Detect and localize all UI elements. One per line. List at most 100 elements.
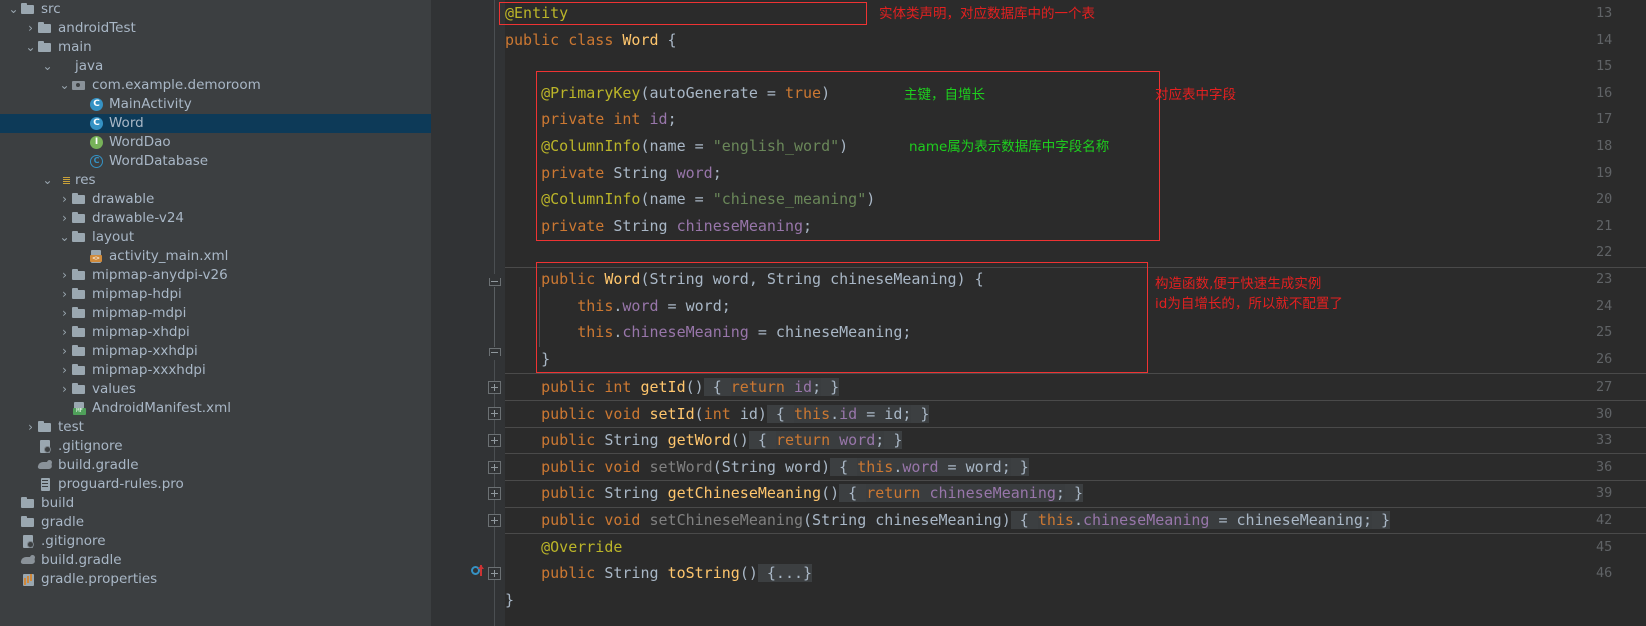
chevron-down-icon[interactable]: ⌄: [41, 57, 54, 76]
annotation-note-constructor-2: id为自增长的，所以就不配置了: [1155, 296, 1343, 312]
tree-item-build[interactable]: build: [0, 494, 431, 513]
folder-icon: [71, 209, 88, 228]
tree-item-layout[interactable]: ⌄ layout: [0, 228, 431, 247]
token-entity-annotation: @Entity: [505, 4, 569, 22]
tree-item-test[interactable]: › test: [0, 418, 431, 437]
chevron-right-icon[interactable]: ›: [24, 19, 37, 38]
folder-icon: [71, 342, 88, 361]
code-line-20: @ColumnInfo(name = "chinese_meaning"): [541, 190, 876, 209]
tree-item-build-gradle[interactable]: build.gradle: [0, 456, 431, 475]
tree-item-androidtest[interactable]: › androidTest: [0, 19, 431, 38]
chevron-down-icon[interactable]: ⌄: [7, 0, 20, 19]
tree-item--gitignore[interactable]: .gitignore: [0, 437, 431, 456]
tree-item-label: com.example.demoroom: [92, 77, 261, 93]
code-line-21: private String chineseMeaning;: [541, 216, 813, 235]
chevron-down-icon[interactable]: ⌄: [24, 38, 37, 57]
tree-item-src[interactable]: ⌄ src: [0, 0, 431, 19]
code-line-24: this.word = word;: [577, 296, 731, 315]
tree-item-mipmap-xxhdpi[interactable]: › mipmap-xxhdpi: [0, 342, 431, 361]
tree-item-worddao[interactable]: WordDao: [0, 133, 431, 152]
code-line-53: }: [505, 590, 515, 609]
tree-item-gradle-properties[interactable]: gradle.properties: [0, 570, 431, 589]
tree-item-label: test: [58, 419, 84, 435]
ide-window: ⌄ src › androidTest ⌄ main ⌄ java ⌄ com.example.d…: [0, 0, 1646, 626]
tree-item-mipmap-xhdpi[interactable]: › mipmap-xhdpi: [0, 323, 431, 342]
tree-item-proguard-rules-pro[interactable]: proguard-rules.pro: [0, 475, 431, 494]
tree-item-java[interactable]: ⌄ java: [0, 57, 431, 76]
chevron-right-icon[interactable]: ›: [58, 342, 71, 361]
tree-item-label: .gitignore: [58, 438, 123, 454]
tree-item-mipmap-mdpi[interactable]: › mipmap-mdpi: [0, 304, 431, 323]
fold-expand-icon[interactable]: [488, 461, 501, 474]
tree-item-label: gradle.properties: [41, 571, 158, 587]
pkg-icon: [71, 76, 88, 95]
absc-icon: [88, 152, 105, 171]
tree-item-label: WordDao: [109, 134, 171, 150]
tree-item-main[interactable]: ⌄ main: [0, 38, 431, 57]
tree-item-mipmap-xxxhdpi[interactable]: › mipmap-xxxhdpi: [0, 361, 431, 380]
fold-collapse-icon[interactable]: [488, 274, 501, 287]
fold-expand-icon[interactable]: [488, 487, 501, 500]
fold-expand-icon[interactable]: [488, 514, 501, 527]
tree-item-drawable-v24[interactable]: › drawable-v24: [0, 209, 431, 228]
annotation-note-primarykey: 主键，自增长: [904, 87, 985, 103]
tree-item-label: res: [75, 172, 96, 188]
tree-item-worddatabase[interactable]: WordDatabase: [0, 152, 431, 171]
fold-expand-icon[interactable]: [488, 407, 501, 420]
chevron-right-icon[interactable]: ›: [58, 304, 71, 323]
code-line-23: public Word(String word, String chineseM…: [541, 270, 984, 288]
code-line-16: @PrimaryKey(autoGenerate = true): [541, 83, 831, 102]
tree-item-androidmanifest-xml[interactable]: AndroidManifest.xml: [0, 399, 431, 418]
fold-expand-icon[interactable]: [488, 567, 501, 580]
chevron-down-icon[interactable]: ⌄: [58, 76, 71, 95]
tree-item--gitignore[interactable]: .gitignore: [0, 532, 431, 551]
folder-icon: [71, 361, 88, 380]
tree-item-mipmap-anydpi-v26[interactable]: › mipmap-anydpi-v26: [0, 266, 431, 285]
project-tree-panel[interactable]: ⌄ src › androidTest ⌄ main ⌄ java ⌄ com.example.d…: [0, 0, 431, 626]
code-line-19: private String word;: [541, 163, 722, 182]
chevron-down-icon[interactable]: ⌄: [41, 171, 54, 190]
code-text-area[interactable]: @Entity public class Word { @PrimaryKey(…: [505, 0, 1646, 626]
git-icon: [37, 437, 54, 456]
tree-item-mainactivity[interactable]: MainActivity: [0, 95, 431, 114]
chevron-right-icon[interactable]: ›: [58, 209, 71, 228]
code-line-42: public void setChineseMeaning(String chi…: [541, 511, 1391, 529]
tree-item-label: mipmap-hdpi: [92, 286, 182, 302]
code-line-46: public String toString() {...}: [541, 564, 813, 583]
chevron-right-icon[interactable]: ›: [24, 418, 37, 437]
chevron-right-icon[interactable]: ›: [58, 323, 71, 342]
fold-expand-icon[interactable]: [488, 434, 501, 447]
tree-item-activity-main-xml[interactable]: activity_main.xml: [0, 247, 431, 266]
fold-expand-icon[interactable]: [488, 381, 501, 394]
editor-left-edge: [431, 0, 442, 626]
chevron-right-icon[interactable]: ›: [58, 266, 71, 285]
chevron-right-icon[interactable]: ›: [58, 380, 71, 399]
override-marker-icon[interactable]: [471, 564, 485, 578]
chevron-down-icon[interactable]: ⌄: [58, 228, 71, 247]
editor-gutter[interactable]: [442, 0, 505, 626]
tree-item-word[interactable]: Word: [0, 114, 431, 133]
tree-item-label: androidTest: [58, 20, 136, 36]
chevron-right-icon[interactable]: ›: [58, 190, 71, 209]
code-line-25: this.chineseMeaning = chineseMeaning;: [577, 323, 912, 342]
tree-item-drawable[interactable]: › drawable: [0, 190, 431, 209]
folder-icon: [71, 228, 88, 247]
fold-collapse-icon[interactable]: [488, 347, 501, 360]
code-editor[interactable]: 13 14 15 16 17 18 19 20 21 22 23 24 25 26 27 30 33 36 39 42…: [442, 0, 1646, 626]
tree-item-com-example-demoroom[interactable]: ⌄ com.example.demoroom: [0, 76, 431, 95]
tree-item-values[interactable]: › values: [0, 380, 431, 399]
folder-icon: [71, 304, 88, 323]
folder-icon: [37, 38, 54, 57]
tree-item-mipmap-hdpi[interactable]: › mipmap-hdpi: [0, 285, 431, 304]
chevron-right-icon[interactable]: ›: [58, 361, 71, 380]
gradle-icon: [37, 456, 54, 475]
tree-item-build-gradle[interactable]: build.gradle: [0, 551, 431, 570]
fold-region-line: [494, 287, 495, 347]
folder-icon: [71, 266, 88, 285]
cls-icon: [88, 95, 105, 114]
chevron-right-icon[interactable]: ›: [58, 285, 71, 304]
tree-item-gradle[interactable]: gradle: [0, 513, 431, 532]
tree-item-res[interactable]: ⌄ res: [0, 171, 431, 190]
folder-blue-icon: [54, 57, 71, 76]
tree-item-label: mipmap-xxxhdpi: [92, 362, 206, 378]
